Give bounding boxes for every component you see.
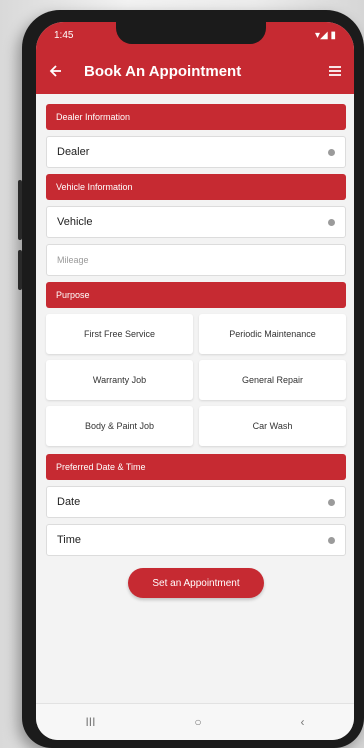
back-arrow-icon[interactable] bbox=[48, 64, 62, 78]
menu-icon[interactable] bbox=[328, 65, 342, 77]
purpose-section-header: Purpose bbox=[46, 282, 346, 308]
dealer-select[interactable]: Dealer bbox=[46, 136, 346, 168]
vehicle-section-header: Vehicle Information bbox=[46, 174, 346, 200]
dealer-section-header: Dealer Information bbox=[46, 104, 346, 130]
dropdown-indicator-icon bbox=[328, 218, 335, 226]
time-select-label: Time bbox=[57, 534, 82, 546]
purpose-option-periodic-maintenance[interactable]: Periodic Maintenance bbox=[199, 314, 346, 354]
time-select[interactable]: Time bbox=[46, 524, 346, 556]
datetime-section-header: Preferred Date & Time bbox=[46, 454, 346, 480]
purpose-option-body-paint-job[interactable]: Body & Paint Job bbox=[46, 406, 193, 446]
camera-notch bbox=[116, 22, 266, 44]
mileage-placeholder: Mileage bbox=[57, 255, 89, 265]
volume-button bbox=[18, 180, 22, 240]
dropdown-indicator-icon bbox=[328, 148, 335, 156]
date-select[interactable]: Date bbox=[46, 486, 346, 518]
system-nav-bar: III ○ ‹ bbox=[36, 703, 354, 740]
dropdown-indicator-icon bbox=[328, 536, 335, 544]
back-icon[interactable]: ‹ bbox=[301, 715, 305, 729]
dropdown-indicator-icon bbox=[328, 498, 335, 506]
side-button bbox=[18, 250, 22, 290]
date-select-label: Date bbox=[57, 496, 81, 508]
purpose-options: First Free Service Periodic Maintenance … bbox=[46, 314, 346, 446]
app-bar: Book An Appointment bbox=[36, 48, 354, 94]
page-title: Book An Appointment bbox=[84, 62, 242, 80]
purpose-option-first-free-service[interactable]: First Free Service bbox=[46, 314, 193, 354]
mileage-input[interactable]: Mileage bbox=[46, 244, 346, 276]
dealer-select-label: Dealer bbox=[57, 146, 90, 158]
phone-frame: 1:45 ▾◢ ▮ Book An Appointment Dealer Inf… bbox=[18, 10, 364, 748]
recent-apps-icon[interactable]: III bbox=[85, 715, 95, 729]
home-icon[interactable]: ○ bbox=[194, 715, 201, 729]
phone-screen: 1:45 ▾◢ ▮ Book An Appointment Dealer Inf… bbox=[36, 22, 354, 740]
vehicle-select[interactable]: Vehicle bbox=[46, 206, 346, 238]
purpose-option-general-repair[interactable]: General Repair bbox=[199, 360, 346, 400]
status-icons: ▾◢ ▮ bbox=[315, 29, 336, 41]
set-appointment-button[interactable]: Set an Appointment bbox=[128, 568, 264, 598]
vehicle-select-label: Vehicle bbox=[57, 216, 93, 228]
purpose-option-warranty-job[interactable]: Warranty Job bbox=[46, 360, 193, 400]
status-time: 1:45 bbox=[54, 29, 74, 41]
booking-form: Dealer Information Dealer Vehicle Inform… bbox=[36, 94, 354, 598]
purpose-option-car-wash[interactable]: Car Wash bbox=[199, 406, 346, 446]
submit-wrap: Set an Appointment bbox=[46, 568, 346, 598]
